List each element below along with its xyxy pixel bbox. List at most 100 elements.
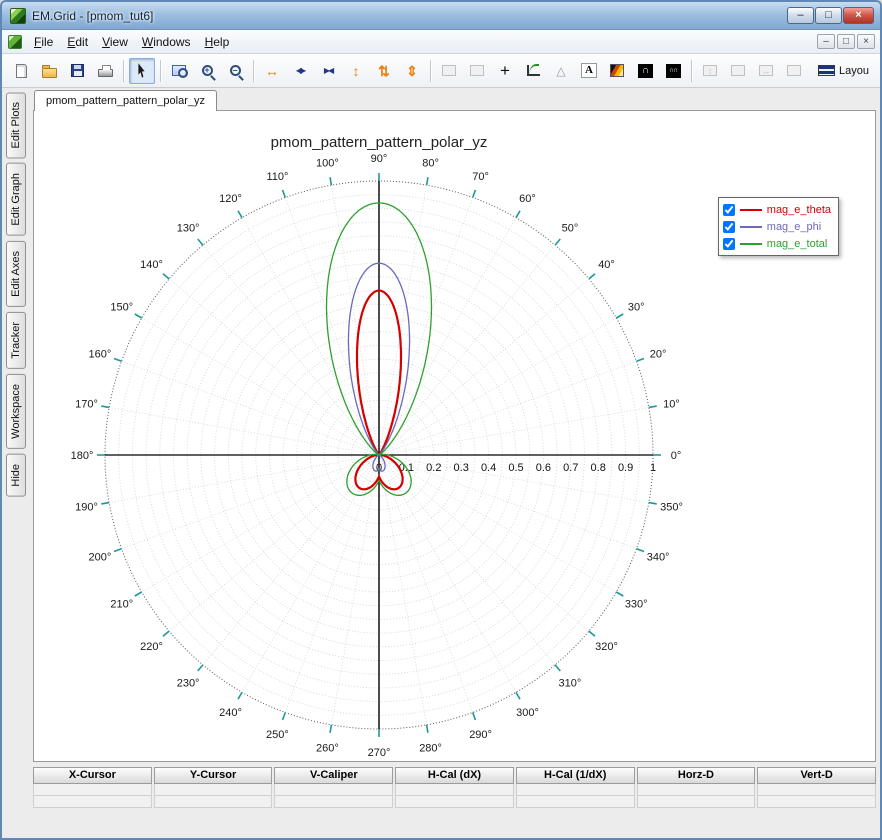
- legend-row-mag_e_phi: mag_e_phi: [723, 218, 831, 235]
- readout-cell: [395, 784, 514, 796]
- readout-cell: [516, 796, 635, 808]
- svg-text:200°: 200°: [89, 552, 112, 564]
- readout-cell: [154, 784, 273, 796]
- toolbar-box-tool-1-button[interactable]: [725, 58, 751, 84]
- zoom-in-icon: [202, 65, 213, 76]
- maximize-button[interactable]: □: [815, 7, 842, 24]
- titlebar[interactable]: EM.Grid - [pmom_tut6] –□×: [2, 2, 880, 30]
- side-tab-strip: Edit Plots Edit Graph Edit Axes Tracker Work…: [2, 88, 30, 838]
- side-tab-edit-plots[interactable]: Edit Plots: [6, 92, 26, 158]
- toolbar-select-cursor-button[interactable]: [129, 58, 155, 84]
- svg-text:0.4: 0.4: [481, 462, 496, 474]
- toolbar-fit-horizontal-disabled-button[interactable]: ↔: [753, 58, 779, 84]
- svg-text:0.2: 0.2: [426, 462, 441, 474]
- readout-header-y-cursor: Y-Cursor: [154, 767, 273, 784]
- side-tab-hide[interactable]: Hide: [6, 454, 26, 497]
- svg-text:70°: 70°: [472, 171, 489, 183]
- pattern-view-2-icon: ∩∩: [666, 64, 681, 78]
- readout-header-horz-d: Horz-D: [637, 767, 756, 784]
- readout-header-vert-d: Vert-D: [757, 767, 876, 784]
- toolbar-expand-horizontal-button[interactable]: ↔: [259, 58, 285, 84]
- svg-text:190°: 190°: [75, 502, 98, 514]
- side-tab-edit-axes[interactable]: Edit Axes: [6, 241, 26, 307]
- toolbar-separator: [123, 60, 124, 82]
- side-tab-tracker[interactable]: Tracker: [6, 312, 26, 369]
- toolbar-shrink-horizontal-button[interactable]: ▶◀: [315, 58, 341, 84]
- add-text-label-icon: A: [581, 63, 597, 78]
- r-axis-labels: 00.10.20.30.40.50.60.70.80.91: [376, 462, 656, 474]
- svg-text:130°: 130°: [177, 222, 200, 234]
- toolbar-scroll-horizontal-button[interactable]: ◀▶: [287, 58, 313, 84]
- menu-help[interactable]: Help: [198, 32, 237, 52]
- svg-text:210°: 210°: [110, 599, 133, 611]
- side-tab-workspace[interactable]: Workspace: [6, 374, 26, 449]
- toolbar-zoom-region-button[interactable]: [166, 58, 192, 84]
- svg-text:40°: 40°: [598, 259, 615, 271]
- svg-text:0.5: 0.5: [508, 462, 523, 474]
- svg-text:160°: 160°: [89, 348, 112, 360]
- toolbar-select-region-button[interactable]: [436, 58, 462, 84]
- toolbar-zoom-out-button[interactable]: [222, 58, 248, 84]
- legend-checkbox-mag_e_phi[interactable]: [723, 221, 735, 233]
- toolbar-layout-button[interactable]: Layou: [813, 58, 874, 84]
- menu-file[interactable]: File: [27, 32, 60, 52]
- toolbar-print-button[interactable]: [92, 58, 118, 84]
- legend-checkbox-mag_e_total[interactable]: [723, 238, 735, 250]
- app-icon: [10, 8, 26, 24]
- svg-text:300°: 300°: [516, 707, 539, 719]
- minimize-child-button[interactable]: –: [817, 34, 835, 49]
- menu-view[interactable]: View: [95, 32, 135, 52]
- toolbar-add-text-label-button[interactable]: A: [576, 58, 602, 84]
- svg-text:10°: 10°: [663, 398, 680, 410]
- toolbar: ↔◀▶▶◀↕⇅⇕+△A∩∩∩↕↔Layou: [2, 54, 880, 88]
- svg-text:50°: 50°: [562, 222, 579, 234]
- slope-tool-icon: △: [556, 65, 565, 77]
- content-area: pmom_pattern_pattern_polar_yz 0°10°20°30…: [30, 88, 880, 838]
- readout-header-h-cal-dx-: H-Cal (dX): [395, 767, 514, 784]
- close-button[interactable]: ×: [843, 7, 874, 24]
- graph-area[interactable]: 0°10°20°30°40°50°60°70°80°90°100°110°120…: [33, 110, 876, 762]
- select-region-icon: [442, 65, 456, 76]
- toolbar-box-tool-2-button[interactable]: [781, 58, 807, 84]
- close-child-button[interactable]: ×: [857, 34, 875, 49]
- menu-edit[interactable]: Edit: [60, 32, 95, 52]
- toolbar-crosshair-tracker-button[interactable]: +: [492, 58, 518, 84]
- toolbar-open-file-button[interactable]: [36, 58, 62, 84]
- toolbar-curve-tracker-button[interactable]: [520, 58, 546, 84]
- menu-windows[interactable]: Windows: [135, 32, 198, 52]
- toolbar-zoom-in-button[interactable]: [194, 58, 220, 84]
- toolbar-expand-vertical-button[interactable]: ↕: [343, 58, 369, 84]
- toolbar-colormap-view-button[interactable]: [604, 58, 630, 84]
- svg-text:270°: 270°: [368, 747, 391, 759]
- toolbar-pattern-view-2-button[interactable]: ∩∩: [660, 58, 686, 84]
- toolbar-autoscale-vertical-button[interactable]: ⇕: [399, 58, 425, 84]
- legend-line-sample: [740, 226, 762, 228]
- print-icon: [98, 69, 113, 77]
- svg-text:0.7: 0.7: [563, 462, 578, 474]
- minimize-button[interactable]: –: [787, 7, 814, 24]
- restore-child-button[interactable]: □: [837, 34, 855, 49]
- toolbar-save-file-button[interactable]: [64, 58, 90, 84]
- legend-checkbox-mag_e_theta[interactable]: [723, 204, 735, 216]
- expand-horizontal-icon: ↔: [265, 64, 279, 78]
- toolbar-scroll-vertical-button[interactable]: ⇅: [371, 58, 397, 84]
- toolbar-clear-region-button[interactable]: [464, 58, 490, 84]
- readout-cell: [274, 796, 393, 808]
- readout-cell: [395, 796, 514, 808]
- side-tab-edit-graph[interactable]: Edit Graph: [6, 163, 26, 236]
- doc-tab-pmom-pattern[interactable]: pmom_pattern_pattern_polar_yz: [34, 90, 217, 111]
- save-file-icon: [71, 64, 84, 77]
- svg-text:340°: 340°: [647, 552, 670, 564]
- doc-tab-label: pmom_pattern_pattern_polar_yz: [46, 95, 205, 107]
- svg-text:1: 1: [650, 462, 656, 474]
- toolbar-slope-tool-button[interactable]: △: [548, 58, 574, 84]
- readout-cell: [33, 796, 152, 808]
- toolbar-new-document-button[interactable]: [8, 58, 34, 84]
- svg-text:110°: 110°: [266, 171, 288, 183]
- toolbar-fit-vertical-disabled-button[interactable]: ↕: [697, 58, 723, 84]
- layout-label: Layou: [839, 65, 869, 77]
- toolbar-pattern-view-1-button[interactable]: ∩: [632, 58, 658, 84]
- readout-header-h-cal-1-dx-: H-Cal (1/dX): [516, 767, 635, 784]
- svg-text:330°: 330°: [625, 599, 648, 611]
- svg-text:260°: 260°: [316, 742, 339, 754]
